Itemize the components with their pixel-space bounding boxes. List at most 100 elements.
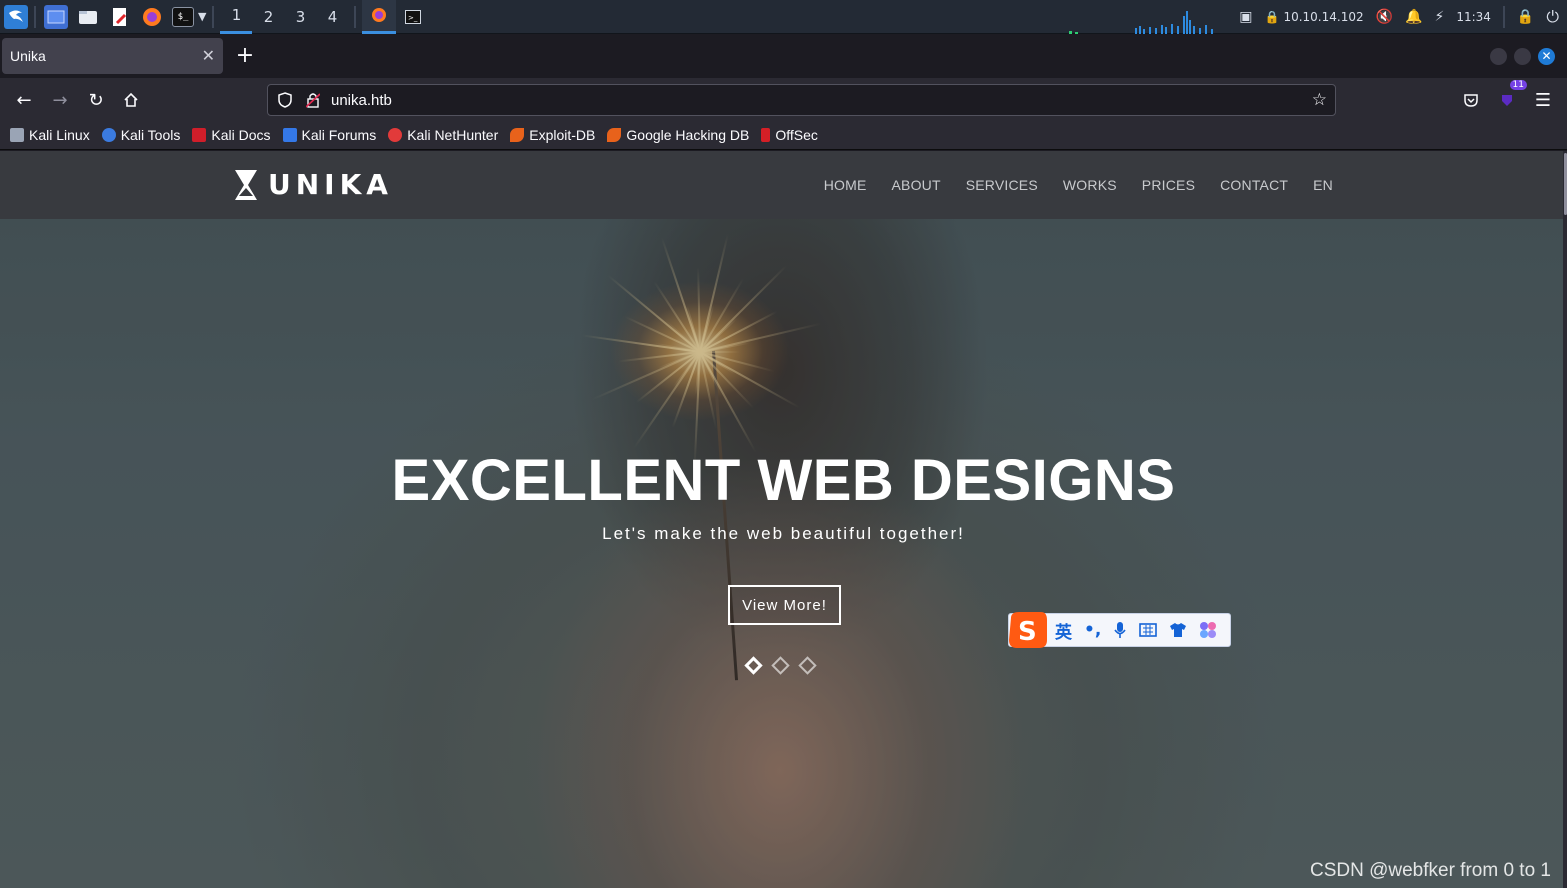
browser-navigation-bar: ← → ↻ unika.htb ☆ 11 ☰ xyxy=(0,78,1567,120)
nav-services[interactable]: SERVICES xyxy=(966,177,1038,193)
firefox-icon[interactable] xyxy=(140,5,164,29)
screen-lock-icon[interactable]: 🔒 xyxy=(1517,9,1534,25)
chevron-down-icon[interactable]: ▼ xyxy=(198,10,206,23)
taskbar-separator xyxy=(212,5,215,28)
power-icon[interactable]: ⚡ xyxy=(1434,9,1444,25)
hero-headline: EXCELLENT WEB DESIGNS xyxy=(391,448,1176,513)
page-scrollbar[interactable] xyxy=(1563,151,1567,888)
ime-language-toggle[interactable]: 英 xyxy=(1055,618,1072,643)
terminal-icon[interactable]: $_ xyxy=(172,6,194,27)
nav-home[interactable]: HOME xyxy=(824,177,867,193)
app-menu-button[interactable]: ☰ xyxy=(1529,86,1557,114)
screenshot-icon[interactable]: ▣ xyxy=(1239,9,1252,25)
bookmark-exploit-db[interactable]: Exploit-DB xyxy=(510,127,595,143)
carousel-dot-1[interactable] xyxy=(744,656,763,675)
carousel-indicators xyxy=(744,656,817,675)
svg-text:S: S xyxy=(1018,617,1037,647)
network-activity-graph xyxy=(1069,11,1213,34)
workspace-3[interactable]: 3 xyxy=(284,0,316,34)
nav-language-en[interactable]: EN xyxy=(1313,177,1333,193)
close-tab-icon[interactable]: ✕ xyxy=(202,46,215,66)
address-bar[interactable]: unika.htb ☆ xyxy=(267,84,1336,116)
home-icon xyxy=(124,92,138,107)
taskbar-separator xyxy=(354,5,357,28)
toolbox-grid-icon[interactable] xyxy=(1199,621,1217,639)
nav-works[interactable]: WORKS xyxy=(1063,177,1117,193)
muted-speaker-icon[interactable]: 🔇 xyxy=(1376,9,1393,25)
close-window-button[interactable]: ✕ xyxy=(1538,48,1555,65)
text-editor-icon[interactable] xyxy=(108,5,132,29)
bookmark-google-hacking-db[interactable]: Google Hacking DB xyxy=(607,127,749,143)
bookmark-kali-docs[interactable]: Kali Docs xyxy=(192,127,271,143)
workspace-2[interactable]: 2 xyxy=(252,0,284,34)
site-logo[interactable]: UNIKA xyxy=(234,168,393,201)
workspace-1[interactable]: 1 xyxy=(220,0,253,34)
desktop-taskbar: $_ ▼ 1 2 3 4 >_ ▣ 🔒 10.10.14.102 🔇 🔔 ⚡ 1… xyxy=(0,0,1567,34)
maximize-window-button[interactable] xyxy=(1514,48,1531,65)
vpn-indicator[interactable]: 🔒 10.10.14.102 xyxy=(1264,10,1363,24)
nav-about[interactable]: ABOUT xyxy=(892,177,941,193)
bookmark-star-icon[interactable]: ☆ xyxy=(1312,90,1327,110)
terminal-icon: >_ xyxy=(405,9,422,24)
forward-button[interactable]: → xyxy=(46,86,74,114)
back-button[interactable]: ← xyxy=(10,86,38,114)
nav-contact[interactable]: CONTACT xyxy=(1220,177,1288,193)
tab-title: Unika xyxy=(10,48,46,64)
taskbar-app-firefox[interactable] xyxy=(362,0,397,34)
bookmark-kali-tools[interactable]: Kali Tools xyxy=(101,127,180,143)
bookmark-kali-linux[interactable]: Kali Linux xyxy=(10,127,90,143)
insecure-lock-icon[interactable] xyxy=(306,92,320,108)
url-text[interactable]: unika.htb xyxy=(331,92,392,109)
site-header: UNIKA HOME ABOUT SERVICES WORKS PRICES C… xyxy=(0,151,1563,219)
workspace-4[interactable]: 4 xyxy=(316,0,348,34)
ip-address: 10.10.14.102 xyxy=(1283,10,1364,24)
bookmark-kali-nethunter[interactable]: Kali NetHunter xyxy=(388,127,498,143)
bookmarks-toolbar: Kali Linux Kali Tools Kali Docs Kali For… xyxy=(0,120,1567,150)
skin-shirt-icon[interactable] xyxy=(1169,622,1187,638)
reload-button[interactable]: ↻ xyxy=(82,86,110,114)
extension-button[interactable]: 11 xyxy=(1493,80,1527,114)
clock: 11:34 xyxy=(1456,10,1491,24)
pocket-icon xyxy=(1464,94,1478,107)
file-manager-icon[interactable] xyxy=(76,5,100,29)
exploit-db-icon xyxy=(510,127,525,142)
view-more-button[interactable]: View More! xyxy=(728,585,841,625)
ime-toolbar: S 英 •, xyxy=(1007,610,1231,650)
hamburger-menu-icon: ☰ xyxy=(1534,89,1552,111)
reload-icon: ↻ xyxy=(88,89,104,111)
sogou-logo-icon[interactable]: S xyxy=(1007,610,1049,650)
lock-icon: 🔒 xyxy=(1264,10,1280,24)
extension-icon xyxy=(1502,95,1512,106)
main-navigation: HOME ABOUT SERVICES WORKS PRICES CONTACT… xyxy=(824,151,1333,219)
bookmark-offsec[interactable]: OffSec xyxy=(761,127,818,143)
pocket-button[interactable] xyxy=(1457,86,1485,114)
kali-tools-icon xyxy=(101,127,116,142)
new-tab-button[interactable]: + xyxy=(234,42,256,70)
svg-text:>_: >_ xyxy=(408,14,418,22)
nethunter-icon xyxy=(388,127,403,142)
microphone-icon[interactable] xyxy=(1113,621,1127,639)
browser-tab-unika[interactable]: Unika ✕ xyxy=(2,38,223,74)
browser-tab-strip: Unika ✕ + ✕ xyxy=(0,34,1567,78)
carousel-dot-3[interactable] xyxy=(798,656,817,675)
system-tray: ▣ 🔒 10.10.14.102 🔇 🔔 ⚡ 11:34 🔒 ⏻ xyxy=(1239,0,1559,34)
ghdb-icon xyxy=(607,127,622,142)
csdn-watermark: CSDN @webfker from 0 to 1 xyxy=(1309,860,1551,881)
hero-overlay xyxy=(0,151,1567,888)
taskbar-app-terminal[interactable]: >_ xyxy=(396,0,430,34)
home-button[interactable] xyxy=(117,86,145,114)
desktop-icon[interactable] xyxy=(44,4,68,29)
bookmark-kali-forums[interactable]: Kali Forums xyxy=(282,127,376,143)
extension-badge: 11 xyxy=(1509,80,1527,90)
nav-prices[interactable]: PRICES xyxy=(1142,177,1195,193)
logo-text: UNIKA xyxy=(268,168,393,201)
minimize-window-button[interactable] xyxy=(1490,48,1507,65)
tracking-shield-icon[interactable] xyxy=(278,92,292,108)
carousel-dot-2[interactable] xyxy=(771,656,790,675)
logout-icon[interactable]: ⏻ xyxy=(1546,7,1559,27)
notification-bell-icon[interactable]: 🔔 xyxy=(1405,9,1422,25)
ime-punctuation-toggle[interactable]: •, xyxy=(1084,620,1101,640)
kali-menu-icon[interactable] xyxy=(4,4,28,29)
taskbar-separator xyxy=(34,5,36,28)
keyboard-icon[interactable] xyxy=(1139,623,1158,637)
